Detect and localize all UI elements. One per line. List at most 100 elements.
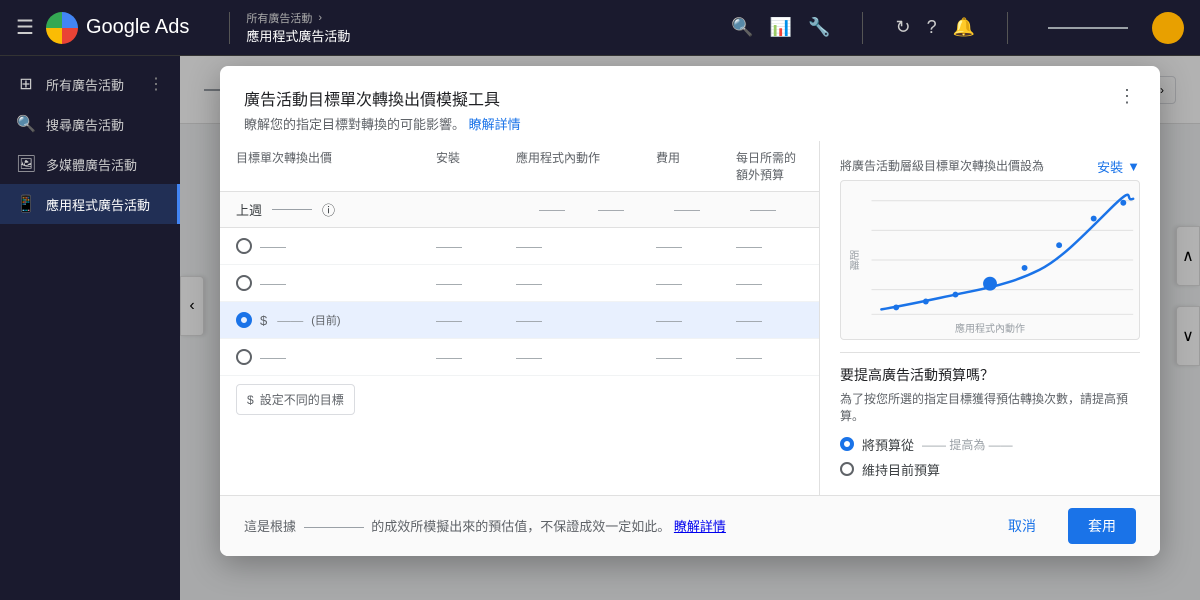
col-header-budget: 每日所需的額外預算	[736, 149, 803, 183]
row4-budget: ——	[736, 350, 803, 365]
cancel-button[interactable]: 取消	[992, 508, 1052, 544]
display-icon: 🖼	[16, 154, 36, 174]
row3-target-cell: $ —— (目前)	[236, 312, 436, 328]
google-logo-icon	[46, 12, 78, 44]
modal-title: 廣告活動目標單次轉換出價模擬工具	[244, 86, 521, 110]
footer-note-suffix: 的成效所模擬出來的預估值，不保證成效一定如此。	[371, 519, 670, 534]
chart-y-axis-label: 距離	[845, 250, 860, 270]
nav-icons: 🔍 📊 🔧 ↻ ? 🔔	[731, 12, 1184, 44]
row4-install: ——	[436, 350, 516, 365]
sidebar-item-display-campaigns[interactable]: 🖼 多媒體廣告活動	[0, 144, 180, 184]
bell-button[interactable]: 🔔	[953, 17, 975, 38]
hamburger-menu[interactable]: ☰	[16, 15, 34, 40]
search-button[interactable]: 🔍	[731, 17, 753, 38]
row1-target-cell: ——	[236, 238, 436, 254]
budget-options: 將預算從 —— 提高為 —— 維持目前預算	[840, 435, 1140, 479]
budget-keep-radio[interactable]	[840, 462, 854, 476]
modal-more-button[interactable]: ⋮	[1118, 86, 1136, 107]
apply-button[interactable]: 套用	[1068, 508, 1136, 544]
budget-option-keep[interactable]: 維持目前預算	[840, 460, 1140, 479]
subtitle-link[interactable]: 瞭解詳情	[469, 117, 521, 132]
row3-budget: ——	[736, 313, 803, 328]
modal-header: 廣告活動目標單次轉換出價模擬工具 瞭解您的指定目標對轉換的可能影響。 瞭解詳情 …	[220, 66, 1160, 141]
row1-inapp: ——	[516, 239, 656, 254]
modal-table-section: 目標單次轉換出價 安裝 應用程式內動作 費用 每日所需的額外預算 上週 ⓘ ——	[220, 141, 820, 495]
nav-divider	[229, 12, 230, 44]
sidebar-label-all-campaigns: 所有廣告活動	[46, 75, 124, 94]
table-row: —— —— —— —— ——	[220, 339, 819, 376]
last-week-col3: ——	[657, 202, 717, 217]
row1-cost: ——	[656, 239, 736, 254]
nav-divider-2	[862, 12, 863, 44]
chart-x-axis-label: 應用程式內動作	[955, 320, 1025, 335]
modal-right-section: 將廣告活動層級目標單次轉換出價設為 安裝 ▼ 距離	[820, 141, 1160, 495]
chart-dropdown-label: 安裝	[1097, 157, 1123, 176]
row4-value: ——	[260, 350, 286, 365]
footer-dash	[304, 527, 364, 528]
sidebar-item-search-campaigns[interactable]: 🔍 搜尋廣告活動	[0, 104, 180, 144]
row3-dollar: $	[260, 313, 267, 328]
sidebar-label-app-campaigns: 應用程式廣告活動	[46, 195, 150, 214]
account-line	[1048, 27, 1128, 29]
row4-radio[interactable]	[236, 349, 252, 365]
modal-body: 目標單次轉換出價 安裝 應用程式內動作 費用 每日所需的額外預算 上週 ⓘ ——	[220, 141, 1160, 495]
chart-button[interactable]: 📊	[770, 17, 792, 38]
chart-section: 將廣告活動層級目標單次轉換出價設為 安裝 ▼ 距離	[840, 157, 1140, 340]
last-week-col4: ——	[723, 202, 803, 217]
modal-footer: 這是根據 的成效所模擬出來的預估值，不保證成效一定如此。 瞭解詳情 取消 套用	[220, 495, 1160, 556]
app-icon: 📱	[16, 194, 36, 214]
last-week-dash-2: ——	[341, 202, 565, 217]
search-icon: 🔍	[16, 114, 36, 134]
info-icon: ⓘ	[322, 200, 335, 219]
help-button[interactable]: ?	[927, 17, 937, 38]
table-row: —— —— —— —— ——	[220, 265, 819, 302]
modal-overlay: 廣告活動目標單次轉換出價模擬工具 瞭解您的指定目標對轉換的可能影響。 瞭解詳情 …	[180, 56, 1200, 600]
table-row-current: $ —— (目前) —— —— —— ——	[220, 302, 819, 339]
row2-budget: ——	[736, 276, 803, 291]
row3-cost: ——	[656, 313, 736, 328]
chart-type-dropdown[interactable]: 安裝 ▼	[1097, 157, 1140, 176]
budget-raise-radio[interactable]	[840, 437, 854, 451]
dollar-icon-sm: $	[247, 393, 254, 407]
breadcrumb: 所有廣告活動 › 應用程式廣告活動	[246, 10, 350, 45]
row3-radio[interactable]	[236, 312, 252, 328]
row1-budget: ——	[736, 239, 803, 254]
breadcrumb-current: 應用程式廣告活動	[246, 26, 350, 45]
footer-note: 這是根據 的成效所模擬出來的預估值，不保證成效一定如此。 瞭解詳情	[244, 516, 976, 535]
set-different-target-button[interactable]: $ 設定不同的目標	[236, 384, 355, 415]
refresh-button[interactable]: ↻	[895, 17, 910, 38]
breadcrumb-arrow-icon: ›	[318, 12, 322, 24]
col-header-cost: 費用	[656, 149, 736, 183]
sidebar-item-app-campaigns[interactable]: 📱 應用程式廣告活動	[0, 184, 180, 224]
current-tag: (目前)	[311, 312, 340, 328]
row2-radio[interactable]	[236, 275, 252, 291]
chart-svg	[841, 181, 1139, 339]
user-avatar[interactable]	[1152, 12, 1184, 44]
last-week-col2: ——	[571, 202, 651, 217]
top-navigation: ☰ Google Ads 所有廣告活動 › 應用程式廣告活動 🔍 📊 🔧 ↻ ?…	[0, 0, 1200, 56]
budget-option-raise[interactable]: 將預算從 —— 提高為 ——	[840, 435, 1140, 454]
row2-install: ——	[436, 276, 516, 291]
budget-raise-detail: —— 提高為 ——	[922, 436, 1013, 453]
row4-inapp: ——	[516, 350, 656, 365]
row2-inapp: ——	[516, 276, 656, 291]
row3-value: ——	[277, 313, 303, 328]
footer-link[interactable]: 瞭解詳情	[674, 519, 726, 534]
sidebar-more-icon[interactable]: ⋮	[148, 74, 164, 94]
row4-target-cell: ——	[236, 349, 436, 365]
budget-description: 為了按您所選的指定目標獲得預估轉換次數，請提高預算。	[840, 391, 1140, 425]
row2-value: ——	[260, 276, 286, 291]
col-header-inapp: 應用程式內動作	[516, 149, 656, 183]
chart-container: 距離	[840, 180, 1140, 340]
row1-radio[interactable]	[236, 238, 252, 254]
budget-section: 要提高廣告活動預算嗎？ 為了按您所選的指定目標獲得預估轉換次數，請提高預算。 將…	[840, 352, 1140, 479]
budget-raise-label: 將預算從	[862, 435, 914, 454]
settings-button[interactable]: 🔧	[808, 17, 830, 38]
chart-header-label: 將廣告活動層級目標單次轉換出價設為	[840, 158, 1044, 175]
modal-subtitle: 瞭解您的指定目標對轉換的可能影響。 瞭解詳情	[244, 114, 521, 133]
sidebar-item-all-campaigns[interactable]: ⊞ 所有廣告活動 ⋮	[0, 64, 180, 104]
breadcrumb-parent[interactable]: 所有廣告活動	[246, 10, 312, 26]
col-header-target: 目標單次轉換出價	[236, 149, 436, 183]
row3-inapp: ——	[516, 313, 656, 328]
sidebar: ⊞ 所有廣告活動 ⋮ 🔍 搜尋廣告活動 🖼 多媒體廣告活動 📱 應用程式廣告活動	[0, 56, 180, 600]
